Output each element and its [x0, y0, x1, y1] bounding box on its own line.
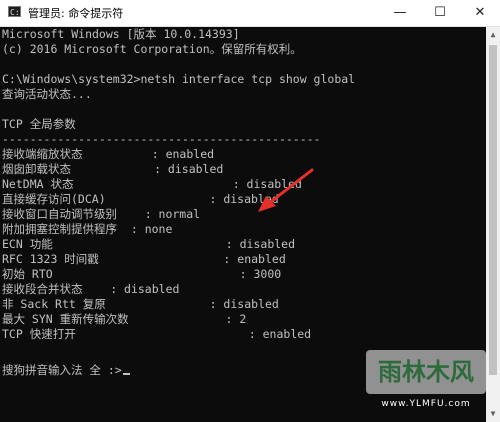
- console-line: C:\Windows\system32>netsh interface tcp …: [2, 72, 356, 86]
- console-line: 附加拥塞控制提供程序 : none: [2, 222, 173, 236]
- console-line: Microsoft Windows [版本 10.0.14393]: [2, 27, 240, 41]
- watermark: 雨林木风 www.YLMFU.com: [366, 350, 486, 414]
- cmd-icon: C:: [8, 6, 21, 17]
- text-cursor: [122, 373, 130, 375]
- console-line: RFC 1323 时间戳 : enabled: [2, 252, 286, 266]
- console-line: NetDMA 状态 : disabled: [2, 177, 302, 191]
- close-button[interactable]: ✕: [460, 0, 500, 26]
- minimize-button[interactable]: —: [380, 0, 420, 26]
- ime-status: 搜狗拼音输入法 全 :>: [2, 363, 122, 377]
- scroll-up-icon[interactable]: ▲: [486, 29, 500, 41]
- scroll-thumb[interactable]: [489, 45, 497, 375]
- console-line: (c) 2016 Microsoft Corporation。保留所有权利。: [2, 42, 302, 56]
- scroll-down-icon[interactable]: ▼: [486, 408, 500, 420]
- console-line: 直接缓存访问(DCA) : disabled: [2, 192, 279, 206]
- window-title: 管理员: 命令提示符: [28, 7, 124, 20]
- console-line: 初始 RTO : 3000: [2, 267, 282, 281]
- vertical-scrollbar[interactable]: ▲ ▼: [486, 27, 500, 422]
- ime-prompt-line: 搜狗拼音输入法 全 :>: [2, 363, 130, 378]
- console-line: 查询活动状态...: [2, 87, 92, 101]
- console-line: 最大 SYN 重新传输次数 : 2: [2, 312, 247, 326]
- console-line: ----------------------------------------…: [2, 132, 321, 146]
- console-line: 烟囱卸载状态 : disabled: [2, 162, 224, 176]
- console-line: 非 Sack Rtt 复原 : disabled: [2, 297, 279, 311]
- title-bar[interactable]: C: 管理员: 命令提示符 — ☐ ✕: [0, 0, 500, 27]
- watermark-brand: 雨林木风: [366, 350, 486, 394]
- console-line: TCP 快速打开 : enabled: [2, 327, 312, 341]
- console-line: 接收窗口自动调节级别 : normal: [2, 207, 201, 221]
- watermark-url: www.YLMFU.com: [381, 399, 471, 409]
- maximize-button[interactable]: ☐: [420, 0, 460, 26]
- console-line: ECN 功能 : disabled: [2, 237, 296, 251]
- console-line: 接收端缩放状态 : enabled: [2, 147, 215, 161]
- console-line: TCP 全局参数: [2, 117, 76, 131]
- console-line: 接收段合并状态 : disabled: [2, 282, 180, 296]
